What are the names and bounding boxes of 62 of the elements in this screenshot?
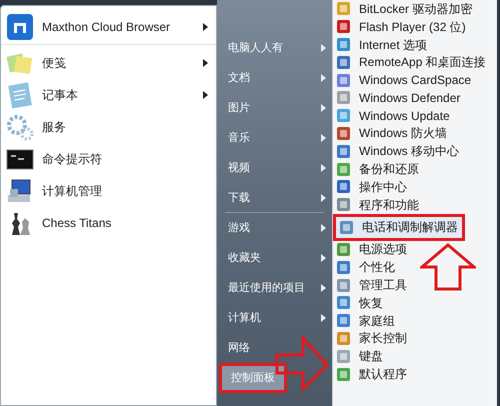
control-panel-item[interactable]: Windows Update: [333, 106, 453, 125]
control-panel-item[interactable]: Windows CardSpace: [333, 71, 474, 89]
place-link[interactable]: 游戏: [219, 216, 259, 240]
control-panel-icon: [336, 295, 351, 310]
control-panel-item[interactable]: RemoteApp 和桌面连接: [333, 53, 489, 72]
place-link[interactable]: 收藏夹: [219, 246, 270, 270]
control-panel-icon: [336, 36, 351, 52]
control-panel-icon: [336, 278, 351, 293]
program-item[interactable]: 命令提示符: [1, 143, 216, 175]
control-panel-icon: [336, 144, 351, 159]
place-link[interactable]: 文档: [219, 66, 259, 90]
up-arrow-annotation: [420, 242, 476, 291]
control-panel-item[interactable]: 个性化: [333, 258, 398, 276]
control-panel-icon: [336, 242, 351, 257]
control-panel-item[interactable]: Windows 移动中心: [333, 142, 462, 160]
control-panel-icon: [336, 126, 351, 141]
control-panel-item[interactable]: 电源选项: [333, 240, 410, 258]
place-link[interactable]: 最近使用的项目: [219, 276, 314, 300]
place-link[interactable]: 计算机: [219, 306, 270, 330]
control-panel-item[interactable]: Internet 选项: [333, 36, 430, 54]
control-panel-item[interactable]: 家庭组: [333, 312, 398, 330]
control-panel-icon: [336, 179, 351, 194]
program-item[interactable]: 便笺: [1, 47, 216, 79]
place-link[interactable]: 电脑人人有: [219, 36, 292, 60]
place-link[interactable]: 图片: [219, 96, 259, 120]
control-panel-icon: [336, 19, 351, 34]
control-panel-item[interactable]: BitLocker 驱动器加密: [333, 0, 476, 18]
control-panel-icon: [336, 260, 351, 275]
control-panel-icon: [336, 330, 351, 346]
control-panel-item[interactable]: 备份和还原: [333, 160, 422, 178]
control-panel-item[interactable]: Flash Player (32 位): [333, 18, 469, 36]
control-panel-icon: [336, 108, 351, 124]
browser-logo-icon: [6, 12, 34, 40]
control-panel-icon: [336, 366, 351, 382]
program-item[interactable]: 服务: [1, 111, 216, 143]
control-panel-icon: [336, 162, 351, 177]
control-panel-item[interactable]: 恢复: [333, 294, 386, 312]
control-panel-item[interactable]: 键盘: [333, 347, 386, 366]
control-panel-item[interactable]: 默认程序: [333, 365, 410, 383]
place-link[interactable]: 网络: [219, 336, 259, 360]
control-panel-icon: [339, 220, 354, 235]
place-link[interactable]: 视频: [219, 156, 259, 180]
control-panel-icon: [336, 54, 351, 70]
control-panel-item[interactable]: 操作中心: [333, 178, 410, 196]
place-link[interactable]: 音乐: [219, 126, 259, 150]
right-arrow-annotation: [275, 335, 329, 391]
program-item[interactable]: Maxthon Cloud Browser: [1, 9, 216, 45]
program-item[interactable]: 记事本: [1, 79, 216, 111]
program-item[interactable]: Chess Titans: [1, 207, 216, 239]
place-link[interactable]: 下载: [219, 186, 259, 210]
control-panel-icon: [336, 197, 351, 212]
control-panel-icon: [336, 90, 351, 106]
control-panel-item[interactable]: 程序和功能: [333, 196, 422, 214]
control-panel-icon: [336, 72, 351, 88]
control-panel-icon: [336, 348, 351, 364]
program-item[interactable]: 计算机管理: [1, 175, 216, 207]
control-panel-icon: [336, 313, 351, 328]
control-panel-item[interactable]: 家长控制: [333, 330, 410, 348]
gears-icon: [6, 113, 34, 141]
control-panel-item[interactable]: Windows Defender: [333, 88, 464, 107]
control-panel-item[interactable]: 管理工具: [333, 276, 410, 294]
control-panel-item[interactable]: Windows 防火墙: [333, 124, 450, 142]
